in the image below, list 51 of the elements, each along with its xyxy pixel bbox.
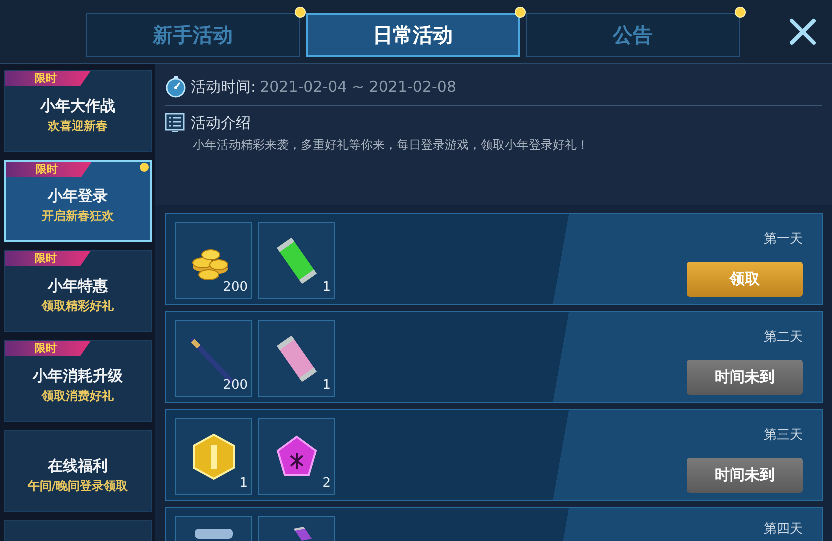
tab[interactable]: 日常活动: [306, 13, 520, 57]
limited-time-tag: 限时: [6, 162, 92, 177]
close-button[interactable]: [788, 17, 818, 47]
list-icon: [165, 112, 185, 133]
time-value: 2021-02-04 ~ 2021-02-08: [260, 77, 457, 98]
intro-text: 小年活动精彩来袭，多重好礼等你来，每日登录游戏，领取小年登录好礼！: [192, 137, 590, 154]
item-count: 1: [322, 278, 331, 296]
item-count: 200: [223, 278, 248, 296]
item-count: 1: [322, 376, 331, 394]
day-label: 第三天: [764, 427, 803, 445]
item-subtitle: 开启新春狂欢: [42, 208, 114, 226]
close-icon: [789, 18, 817, 46]
limited-time-tag: 限时: [5, 341, 91, 356]
reward-slot[interactable]: 200: [175, 222, 252, 299]
limited-time-tag: 限时: [5, 251, 91, 266]
reward-slot[interactable]: 1: [175, 418, 252, 495]
sidebar-item[interactable]: 限时 小年消耗升级 领取消费好礼: [4, 340, 152, 422]
sidebar-item[interactable]: 限时 小年登录 开启新春狂欢: [4, 160, 152, 242]
scroll-icon: [194, 529, 232, 539]
canister-icon: [294, 527, 312, 541]
item-count: 1: [240, 474, 248, 492]
reward-slot[interactable]: 1: [258, 320, 335, 397]
day-label: 第一天: [764, 231, 803, 249]
item-title: 在线福利: [48, 456, 108, 477]
sidebar-item[interactable]: 限时 小年特惠 领取精彩好礼: [4, 250, 152, 332]
time-label: 活动时间:: [191, 77, 256, 98]
item-subtitle: 午间/晚间登录领取: [28, 478, 128, 496]
medal-icon: [192, 433, 234, 480]
item-subtitle: 领取消费好礼: [42, 388, 114, 406]
sidebar-item[interactable]: 在线福利 午间/晚间登录领取: [4, 430, 152, 512]
stopwatch-icon: [165, 76, 187, 98]
sidebar-item[interactable]: 限时 小年大作战 欢喜迎新春: [4, 70, 152, 152]
reward-slot[interactable]: 2: [258, 418, 335, 495]
unavailable-button[interactable]: 时间未到: [687, 458, 803, 492]
reward-slot[interactable]: 1: [258, 222, 335, 299]
gem-icon: [276, 435, 317, 476]
reward-slot[interactable]: 200: [175, 320, 252, 397]
item-title: 小年大作战: [40, 96, 116, 117]
item-title: 小年特惠: [48, 276, 108, 297]
intro-title: 活动介绍: [191, 112, 251, 134]
item-title: 小年消耗升级: [33, 366, 123, 387]
item-subtitle: 欢喜迎新春: [48, 118, 108, 136]
item-count: 200: [223, 376, 248, 394]
day-label: 第四天: [764, 521, 803, 539]
coins-icon: [192, 249, 228, 280]
item-title: 小年登录: [48, 186, 108, 207]
item-subtitle: 领取精彩好礼: [42, 298, 114, 316]
day-label: 第二天: [764, 329, 803, 347]
limited-time-tag: 限时: [5, 71, 91, 86]
item-count: 2: [322, 474, 331, 492]
unavailable-button[interactable]: 时间未到: [687, 360, 803, 394]
